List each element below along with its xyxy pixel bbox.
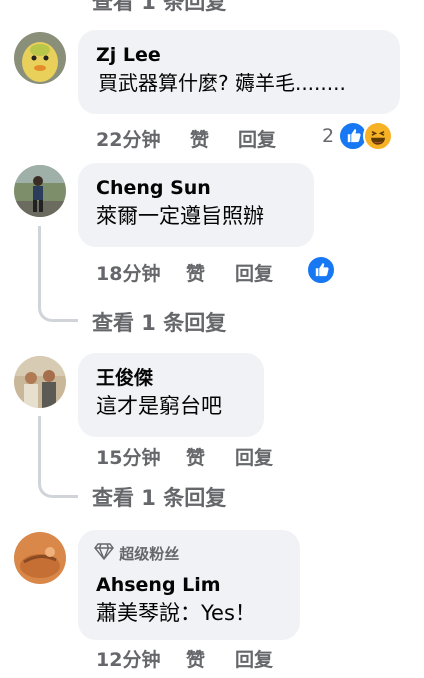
comment-author[interactable]: 王俊傑 [96, 365, 246, 391]
reply-button[interactable]: 回复 [238, 125, 276, 152]
like-button[interactable]: 赞 [190, 125, 209, 152]
diamond-icon [94, 542, 114, 566]
comment-actions: 12分钟 赞 回复 [96, 645, 336, 671]
top-fan-badge: 超级粉丝 [94, 542, 282, 564]
comment-text: 萊爾一定遵旨照辦 [96, 204, 264, 228]
comment-text: 這才是窮台吧 [96, 394, 222, 418]
like-icon[interactable] [306, 255, 336, 285]
thread-connector [38, 416, 41, 476]
comment-author[interactable]: Ahseng Lim [96, 572, 282, 598]
duck-avatar-icon [14, 32, 66, 84]
avatar[interactable] [14, 356, 66, 408]
comment-bubble: Cheng Sun 萊爾一定遵旨照辦 [78, 163, 314, 247]
view-replies-link[interactable]: 查看 1 条回复 [92, 307, 226, 337]
avatar[interactable] [14, 165, 66, 217]
thread-connector [38, 226, 41, 286]
avatar[interactable] [14, 532, 66, 584]
comment-bubble: Zj Lee 買武器算什麼? 薅羊毛........ [78, 30, 400, 114]
like-button[interactable]: 赞 [186, 259, 205, 286]
group-photo-avatar-icon [14, 356, 66, 408]
warm-tone-avatar-icon [14, 532, 66, 584]
comment-time[interactable]: 22分钟 [96, 125, 160, 152]
view-replies-link-top[interactable]: 查看 1 条回复 [92, 0, 226, 16]
thread-connector-curve [38, 284, 78, 322]
comment-time[interactable]: 12分钟 [96, 645, 160, 672]
badge-label: 超级粉丝 [119, 545, 180, 563]
comment-text: 買武器算什麼? 薅羊毛........ [98, 71, 346, 95]
person-outdoor-avatar-icon [14, 165, 66, 217]
reply-button[interactable]: 回复 [235, 645, 273, 672]
haha-icon[interactable] [363, 121, 393, 151]
thread-connector-curve [38, 474, 78, 498]
reaction-count[interactable]: 2 [322, 125, 334, 147]
comment-time[interactable]: 15分钟 [96, 443, 160, 470]
comment-text: 蕭美琴說：Yes！ [96, 601, 256, 625]
view-replies-link[interactable]: 查看 1 条回复 [92, 482, 226, 512]
reply-button[interactable]: 回复 [235, 259, 273, 286]
comment-author[interactable]: Zj Lee [96, 42, 382, 68]
comment-time[interactable]: 18分钟 [96, 259, 160, 286]
like-button[interactable]: 赞 [186, 645, 205, 672]
reply-button[interactable]: 回复 [235, 443, 273, 470]
comment-author[interactable]: Cheng Sun [96, 175, 296, 201]
comment-bubble: 王俊傑 這才是窮台吧 [78, 353, 264, 437]
comment-actions: 15分钟 赞 回复 [96, 443, 336, 469]
avatar[interactable] [14, 32, 66, 84]
comment-bubble: 超级粉丝 Ahseng Lim 蕭美琴說：Yes！ [78, 530, 300, 640]
comment-actions: 18分钟 赞 回复 [96, 259, 336, 285]
like-button[interactable]: 赞 [186, 443, 205, 470]
